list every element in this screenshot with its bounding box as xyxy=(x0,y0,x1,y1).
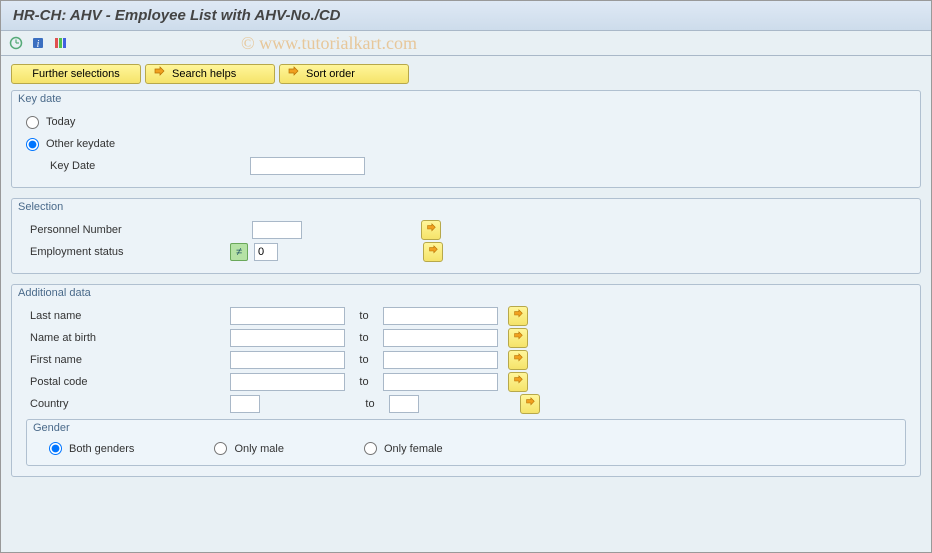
postal-label: Postal code xyxy=(26,376,226,388)
selection-buttons: Further selections Search helps Sort ord… xyxy=(11,64,921,84)
to-label: to xyxy=(349,354,379,366)
today-radio[interactable] xyxy=(26,116,39,129)
sort-order-button[interactable]: Sort order xyxy=(279,64,409,84)
lastname-high-input[interactable] xyxy=(383,307,498,325)
page-title: HR-CH: AHV - Employee List with AHV-No./… xyxy=(1,1,931,31)
other-keydate-radio[interactable] xyxy=(26,138,39,151)
arrow-right-icon xyxy=(512,309,524,324)
additional-group: Additional data Last name to Name at bir… xyxy=(11,284,921,477)
pernr-label: Personnel Number xyxy=(26,224,226,236)
pernr-input[interactable] xyxy=(252,221,302,239)
empstat-label: Employment status xyxy=(26,246,226,258)
info-icon[interactable]: i xyxy=(29,34,47,52)
gender-female-label: Only female xyxy=(384,443,443,455)
svg-text:i: i xyxy=(37,39,40,50)
country-multi-button[interactable] xyxy=(520,394,540,414)
to-label: to xyxy=(349,376,379,388)
selection-title: Selection xyxy=(12,199,920,215)
lastname-label: Last name xyxy=(26,310,226,322)
nameatbirth-label: Name at birth xyxy=(26,332,226,344)
lastname-multi-button[interactable] xyxy=(508,306,528,326)
sort-order-label: Sort order xyxy=(306,68,355,80)
gender-female-radio[interactable] xyxy=(364,442,377,455)
additional-title: Additional data xyxy=(12,285,920,301)
gender-group: Gender Both genders Only male Only femal… xyxy=(26,419,906,466)
country-high-input[interactable] xyxy=(389,395,419,413)
postal-low-input[interactable] xyxy=(230,373,345,391)
app-toolbar: i xyxy=(1,31,931,56)
gender-both-label: Both genders xyxy=(69,443,134,455)
gender-male-label: Only male xyxy=(234,443,284,455)
arrow-right-icon xyxy=(286,66,300,83)
content-area: Further selections Search helps Sort ord… xyxy=(1,56,931,495)
empstat-multi-button[interactable] xyxy=(423,242,443,262)
postal-multi-button[interactable] xyxy=(508,372,528,392)
firstname-high-input[interactable] xyxy=(383,351,498,369)
keydate-group: Key date Today Other keydate Key Date xyxy=(11,90,921,188)
keydate-title: Key date xyxy=(12,91,920,107)
execute-icon[interactable] xyxy=(7,34,25,52)
arrow-right-icon xyxy=(524,397,536,412)
gender-both-radio[interactable] xyxy=(49,442,62,455)
keydate-field-label: Key Date xyxy=(46,160,246,172)
bars-icon[interactable] xyxy=(51,34,69,52)
to-label: to xyxy=(349,332,379,344)
nameatbirth-multi-button[interactable] xyxy=(508,328,528,348)
firstname-multi-button[interactable] xyxy=(508,350,528,370)
arrow-right-icon xyxy=(427,245,439,260)
firstname-low-input[interactable] xyxy=(230,351,345,369)
nameatbirth-high-input[interactable] xyxy=(383,329,498,347)
further-selections-button[interactable]: Further selections xyxy=(11,64,141,84)
to-label: to xyxy=(349,310,379,322)
keydate-input[interactable] xyxy=(250,157,365,175)
arrow-right-icon xyxy=(512,331,524,346)
today-label: Today xyxy=(46,116,75,128)
pernr-multi-button[interactable] xyxy=(421,220,441,240)
arrow-right-icon xyxy=(512,375,524,390)
lastname-low-input[interactable] xyxy=(230,307,345,325)
search-helps-button[interactable]: Search helps xyxy=(145,64,275,84)
postal-high-input[interactable] xyxy=(383,373,498,391)
arrow-right-icon xyxy=(425,223,437,238)
country-low-input[interactable] xyxy=(230,395,260,413)
arrow-right-icon xyxy=(152,66,166,83)
not-equal-icon[interactable]: ≠ xyxy=(230,243,248,261)
country-label: Country xyxy=(26,398,226,410)
to-label: to xyxy=(355,398,385,410)
nameatbirth-low-input[interactable] xyxy=(230,329,345,347)
selection-group: Selection Personnel Number Employment st… xyxy=(11,198,921,274)
empstat-input[interactable] xyxy=(254,243,278,261)
gender-male-radio[interactable] xyxy=(214,442,227,455)
gender-title: Gender xyxy=(27,420,905,436)
firstname-label: First name xyxy=(26,354,226,366)
search-helps-label: Search helps xyxy=(172,68,236,80)
arrow-right-icon xyxy=(512,353,524,368)
other-keydate-label: Other keydate xyxy=(46,138,115,150)
